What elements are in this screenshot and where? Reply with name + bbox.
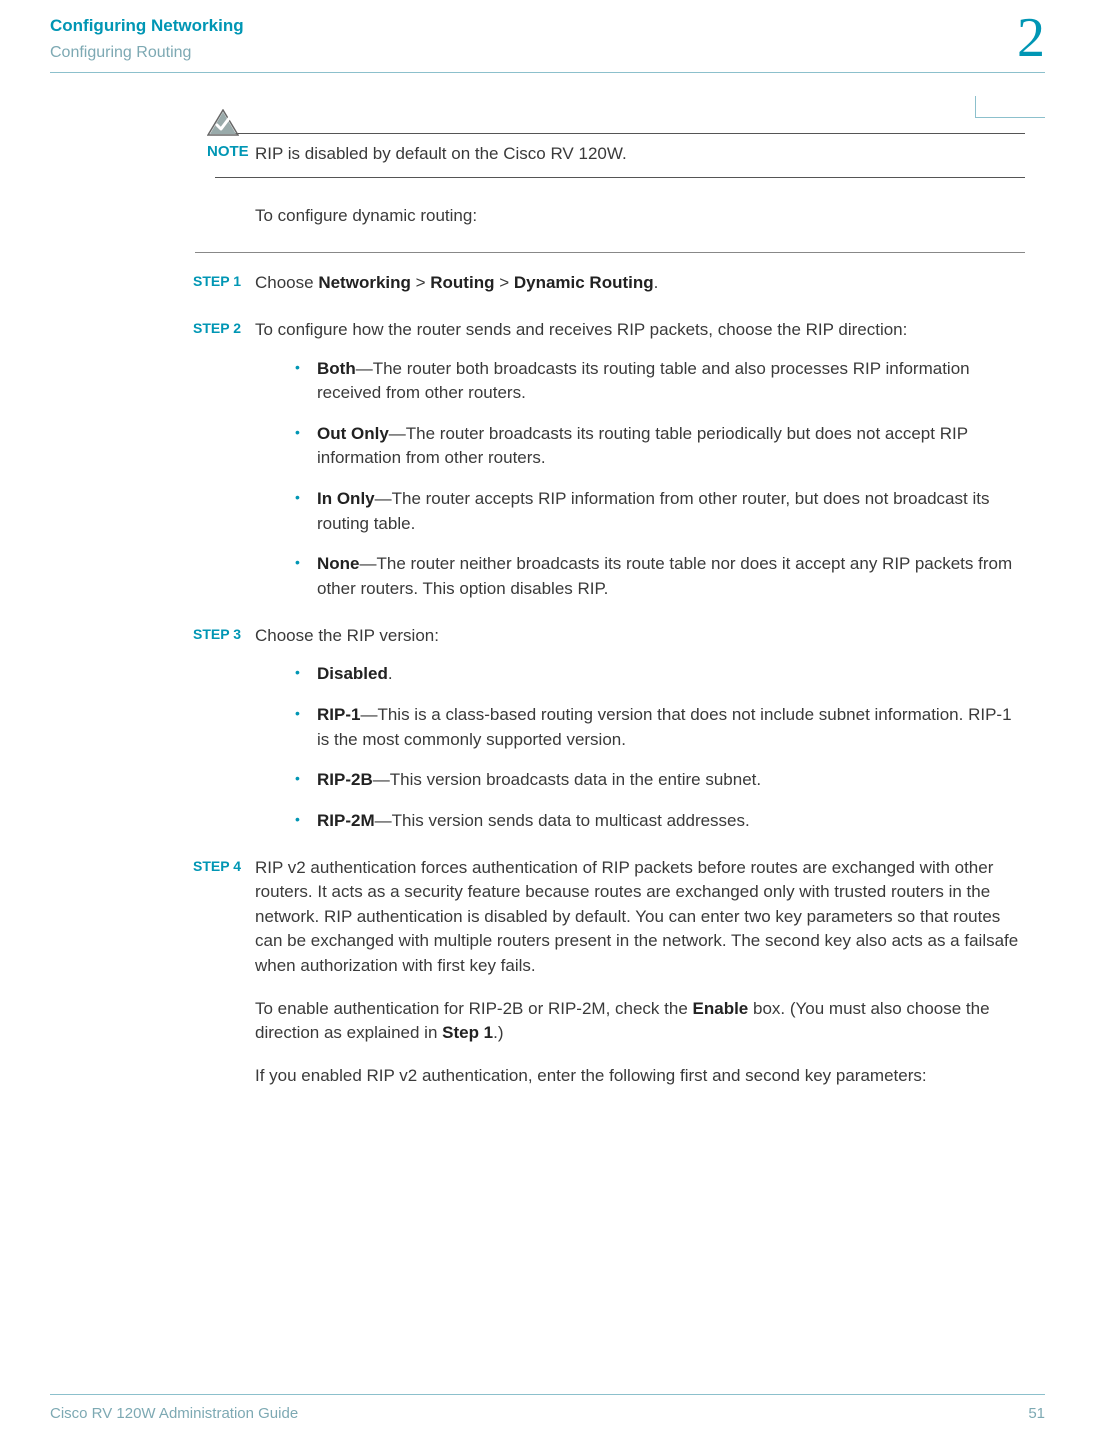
note-rule-bottom — [215, 177, 1025, 178]
text: > — [494, 273, 513, 292]
bold-text: RIP-1 — [317, 705, 360, 724]
content-area: NOTE RIP is disabled by default on the C… — [255, 73, 1025, 1089]
text: Choose — [255, 273, 318, 292]
step-label: STEP 4 — [193, 856, 241, 876]
page-number: 51 — [1028, 1403, 1045, 1425]
text: —The router accepts RIP information from… — [317, 489, 989, 533]
text: —This is a class-based routing version t… — [317, 705, 1012, 749]
step-text: RIP v2 authentication forces authenticat… — [255, 856, 1025, 979]
step-label: STEP 2 — [193, 318, 241, 338]
bold-text: In Only — [317, 489, 375, 508]
footer-title: Cisco RV 120W Administration Guide — [50, 1403, 298, 1425]
header-subtitle: Configuring Routing — [50, 41, 244, 64]
text: —The router neither broadcasts its route… — [317, 554, 1012, 598]
text: —This version sends data to multicast ad… — [375, 811, 750, 830]
list-item: RIP-2M—This version sends data to multic… — [295, 809, 1025, 834]
text: .) — [493, 1023, 503, 1042]
note-label: NOTE — [207, 141, 249, 163]
list-item: Out Only—The router broadcasts its routi… — [295, 422, 1025, 471]
page-footer: Cisco RV 120W Administration Guide 51 — [50, 1394, 1045, 1425]
text: . — [654, 273, 659, 292]
text: —This version broadcasts data in the ent… — [373, 770, 761, 789]
text: —The router broadcasts its routing table… — [317, 424, 968, 468]
step-1: STEP 1 Choose Networking > Routing > Dyn… — [255, 271, 1025, 296]
note-checkmark-icon — [207, 109, 239, 145]
step-text: Choose the RIP version: — [255, 624, 1025, 649]
list-item: RIP-1—This is a class-based routing vers… — [295, 703, 1025, 752]
text: To enable authentication for RIP-2B or R… — [255, 999, 693, 1018]
step-2: STEP 2 To configure how the router sends… — [255, 318, 1025, 602]
bold-text: Enable — [693, 999, 749, 1018]
step-4: STEP 4 RIP v2 authentication forces auth… — [255, 856, 1025, 1089]
steps-rule — [195, 252, 1025, 253]
list-item: Both—The router both broadcasts its rout… — [295, 357, 1025, 406]
step-3: STEP 3 Choose the RIP version: Disabled.… — [255, 624, 1025, 834]
bold-text: Disabled — [317, 664, 388, 683]
note-text: RIP is disabled by default on the Cisco … — [255, 140, 1025, 175]
bold-text: None — [317, 554, 360, 573]
header-title: Configuring Networking — [50, 14, 244, 39]
text: > — [411, 273, 430, 292]
note-rule-top — [215, 133, 1025, 134]
bold-text: Networking — [318, 273, 411, 292]
paragraph: To enable authentication for RIP-2B or R… — [255, 997, 1025, 1046]
bold-text: Dynamic Routing — [514, 273, 654, 292]
paragraph: If you enabled RIP v2 authentication, en… — [255, 1064, 1025, 1089]
bold-text: Out Only — [317, 424, 389, 443]
bold-text: Step 1 — [442, 1023, 493, 1042]
chapter-number: 2 — [1017, 10, 1045, 66]
step-label: STEP 3 — [193, 624, 241, 644]
step-body: Choose Networking > Routing > Dynamic Ro… — [255, 271, 1025, 296]
text: . — [388, 664, 393, 683]
bold-text: Routing — [430, 273, 494, 292]
step-text: To configure how the router sends and re… — [255, 318, 1025, 343]
bold-text: RIP-2M — [317, 811, 375, 830]
list-item: RIP-2B—This version broadcasts data in t… — [295, 768, 1025, 793]
bold-text: Both — [317, 359, 356, 378]
note-block: NOTE RIP is disabled by default on the C… — [255, 133, 1025, 178]
step-label: STEP 1 — [193, 271, 241, 291]
header-notch — [975, 96, 1045, 118]
page-header: Configuring Networking Configuring Routi… — [50, 0, 1045, 72]
text: —The router both broadcasts its routing … — [317, 359, 970, 403]
list-item: None—The router neither broadcasts its r… — [295, 552, 1025, 601]
list-item: In Only—The router accepts RIP informati… — [295, 487, 1025, 536]
intro-text: To configure dynamic routing: — [255, 204, 1025, 229]
list-item: Disabled. — [295, 662, 1025, 687]
bold-text: RIP-2B — [317, 770, 373, 789]
